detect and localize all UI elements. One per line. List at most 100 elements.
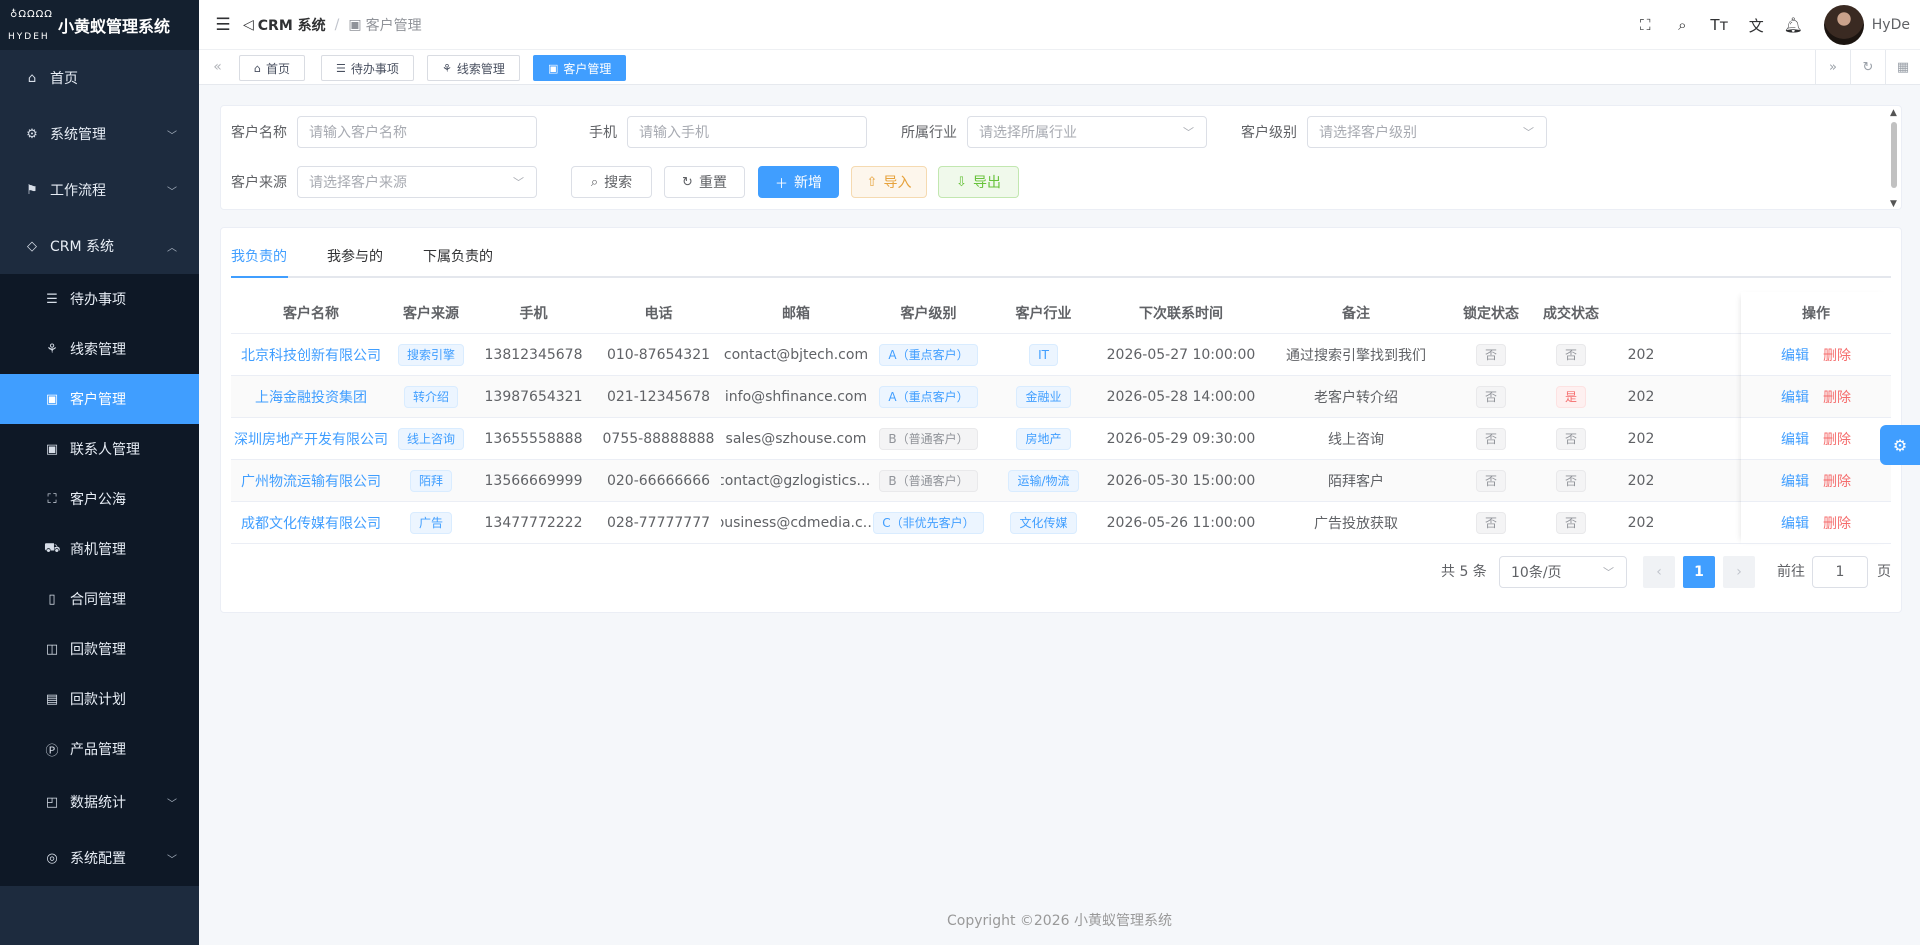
language-icon[interactable]: 文 — [1738, 15, 1775, 36]
tags-scroll-right-icon[interactable]: » — [1815, 50, 1850, 84]
tags-view: « ⌂ 首页 ☰ 待办事项 ⚘ 线索管理 ▣ 客户管理 » ↻ ▦ — [199, 50, 1920, 85]
refresh-icon[interactable]: ↻ — [1850, 50, 1885, 84]
edit-button[interactable]: 编辑 — [1781, 513, 1809, 533]
edit-button[interactable]: 编辑 — [1781, 345, 1809, 365]
avatar[interactable] — [1823, 5, 1864, 45]
gear-icon: ⚙ — [26, 126, 38, 142]
grid-menu-icon[interactable]: ▦ — [1885, 50, 1920, 84]
fullscreen-icon[interactable]: ⛶ — [1627, 16, 1664, 34]
sidebar-item-config[interactable]: ◎ 系统配置 ﹀ — [0, 830, 199, 886]
cell-industry: 运输/物流 — [986, 460, 1101, 501]
tag-todo[interactable]: ☰ 待办事项 — [321, 55, 414, 81]
cell-name[interactable]: 广州物流运输有限公司 — [231, 460, 391, 501]
cell-name[interactable]: 北京科技创新有限公司 — [231, 334, 391, 375]
edit-button[interactable]: 编辑 — [1781, 471, 1809, 491]
col-header-deal: 成交状态 — [1543, 305, 1599, 322]
sidebar-item-product[interactable]: Ⓟ 产品管理 — [0, 724, 199, 774]
tag-home[interactable]: ⌂ 首页 — [239, 55, 305, 81]
cell-email: contact@gzlogistics.… — [721, 472, 871, 489]
export-button[interactable]: ⇩ 导出 — [938, 166, 1019, 198]
cell-lock: 否 — [1451, 376, 1531, 417]
contract-icon: ▯ — [48, 591, 56, 607]
sidebar-item-system[interactable]: ⚙ 系统管理 ﹀ — [0, 106, 199, 162]
page-number-current[interactable]: 1 — [1683, 556, 1715, 588]
edit-button[interactable]: 编辑 — [1781, 387, 1809, 407]
search-icon: ⌕ — [590, 174, 599, 190]
mobile-input[interactable]: 请输入手机 — [627, 116, 867, 148]
bell-icon[interactable]: 🔔︎ — [1775, 16, 1812, 34]
tag-label: 客户管理 — [563, 61, 612, 76]
sidebar-item-home[interactable]: ⌂ 首页 — [0, 50, 199, 106]
hamburger-icon[interactable]: ☰ — [203, 15, 243, 35]
sidebar-item-public-pool[interactable]: ⛶ 客户公海 — [0, 474, 199, 524]
form-scrollbar[interactable]: ▲ ▼ — [1887, 106, 1901, 211]
operations-row: 编辑 删除 — [1741, 460, 1891, 502]
cell-email: business@cdmedia.c… — [721, 514, 871, 531]
user-name[interactable]: HyDe — [1872, 17, 1910, 33]
import-button[interactable]: ⇧ 导入 — [851, 166, 927, 198]
cell-source: 线上咨询 — [391, 418, 471, 459]
download-icon: ⇩ — [956, 174, 967, 190]
search-icon[interactable]: ⌕ — [1664, 16, 1701, 34]
sidebar-item-contract[interactable]: ▯ 合同管理 — [0, 574, 199, 624]
sidebar-item-customer[interactable]: ▣ 客户管理 — [0, 374, 199, 424]
breadcrumb-root[interactable]: ◁ CRM 系统 — [243, 15, 326, 35]
sidebar-item-business[interactable]: ⛟ 商机管理 — [0, 524, 199, 574]
goto-page-input[interactable]: 1 — [1812, 556, 1868, 588]
add-button[interactable]: ＋ 新增 — [758, 166, 839, 198]
tags-scroll-left-icon[interactable]: « — [199, 50, 236, 84]
cell-name[interactable]: 上海金融投资集团 — [231, 376, 391, 417]
import-button-label: 导入 — [883, 175, 912, 191]
cell-name[interactable]: 成都文化传媒有限公司 — [231, 502, 391, 543]
sidebar-item-crm[interactable]: ◇ CRM 系统 ︿ — [0, 218, 199, 274]
sidebar-item-label: 客户管理 — [70, 392, 126, 408]
scroll-down-icon[interactable]: ▼ — [1890, 199, 1897, 209]
edit-button[interactable]: 编辑 — [1781, 429, 1809, 449]
scroll-up-icon[interactable]: ▲ — [1890, 108, 1897, 118]
export-button-label: 导出 — [972, 175, 1001, 191]
delete-button[interactable]: 删除 — [1823, 387, 1851, 407]
cell-email: contact@bjtech.com — [723, 346, 869, 363]
settings-float-button[interactable]: ⚙ — [1880, 425, 1920, 465]
sidebar-item-payment[interactable]: ◫ 回款管理 — [0, 624, 199, 674]
cell-extra: 202 — [1627, 388, 1655, 405]
delete-button[interactable]: 删除 — [1823, 513, 1851, 533]
tag-customer[interactable]: ▣ 客户管理 — [533, 55, 627, 81]
next-page-button[interactable]: › — [1723, 556, 1755, 588]
mobile-field: 手机 请输入手机 — [561, 116, 867, 148]
reset-button[interactable]: ↻ 重置 — [664, 166, 745, 198]
prev-page-button[interactable]: ‹ — [1643, 556, 1675, 588]
level-select[interactable]: 请选择客户级别 ﹀ — [1307, 116, 1547, 148]
customer-name-input[interactable]: 请输入客户名称 — [297, 116, 537, 148]
logo[interactable]: ♁ΩΩΩΩ HYDEH 小黄蚁管理系统 — [0, 0, 199, 50]
sidebar-item-label: 回款管理 — [70, 642, 126, 658]
page-size-select[interactable]: 10条/页 ﹀ — [1499, 556, 1627, 588]
font-size-icon[interactable]: Tт — [1701, 16, 1738, 34]
search-button[interactable]: ⌕ 搜索 — [571, 166, 652, 198]
operations-row: 编辑 删除 — [1741, 502, 1891, 544]
scrollbar-thumb[interactable] — [1891, 122, 1897, 188]
sidebar-item-contact[interactable]: ▣ 联系人管理 — [0, 424, 199, 474]
delete-button[interactable]: 删除 — [1823, 471, 1851, 491]
sidebar-item-payment-plan[interactable]: ▤ 回款计划 — [0, 674, 199, 724]
cell-name[interactable]: 深圳房地产开发有限公司 — [231, 418, 391, 459]
tag-clue[interactable]: ⚘ 线索管理 — [427, 55, 520, 81]
source-badge: 线上咨询 — [397, 427, 464, 450]
todo-list-icon: ☰ — [46, 291, 58, 307]
tab-mine[interactable]: 我负责的 — [231, 242, 288, 278]
cell-mobile: 13477772222 — [484, 514, 583, 531]
delete-button[interactable]: 删除 — [1823, 345, 1851, 365]
logo-mark-bottom: HYDEH — [8, 32, 50, 42]
tab-subordinates[interactable]: 下属负责的 — [423, 242, 493, 278]
source-select[interactable]: 请选择客户来源 ﹀ — [297, 166, 537, 198]
sidebar-item-workflow[interactable]: ⚑ 工作流程 ﹀ — [0, 162, 199, 218]
tab-participated[interactable]: 我参与的 — [327, 242, 383, 278]
source-field: 客户来源 请选择客户来源 ﹀ — [231, 166, 537, 198]
sidebar-item-clue[interactable]: ⚘ 线索管理 — [0, 324, 199, 374]
cell-mobile: 13987654321 — [484, 388, 583, 405]
sidebar-item-todo[interactable]: ☰ 待办事项 — [0, 274, 199, 324]
industry-select[interactable]: 请选择所属行业 ﹀ — [967, 116, 1207, 148]
sidebar-item-stats[interactable]: ◰ 数据统计 ﹀ — [0, 774, 199, 830]
delete-button[interactable]: 删除 — [1823, 429, 1851, 449]
industry-placeholder: 请选择所属行业 — [979, 125, 1077, 141]
